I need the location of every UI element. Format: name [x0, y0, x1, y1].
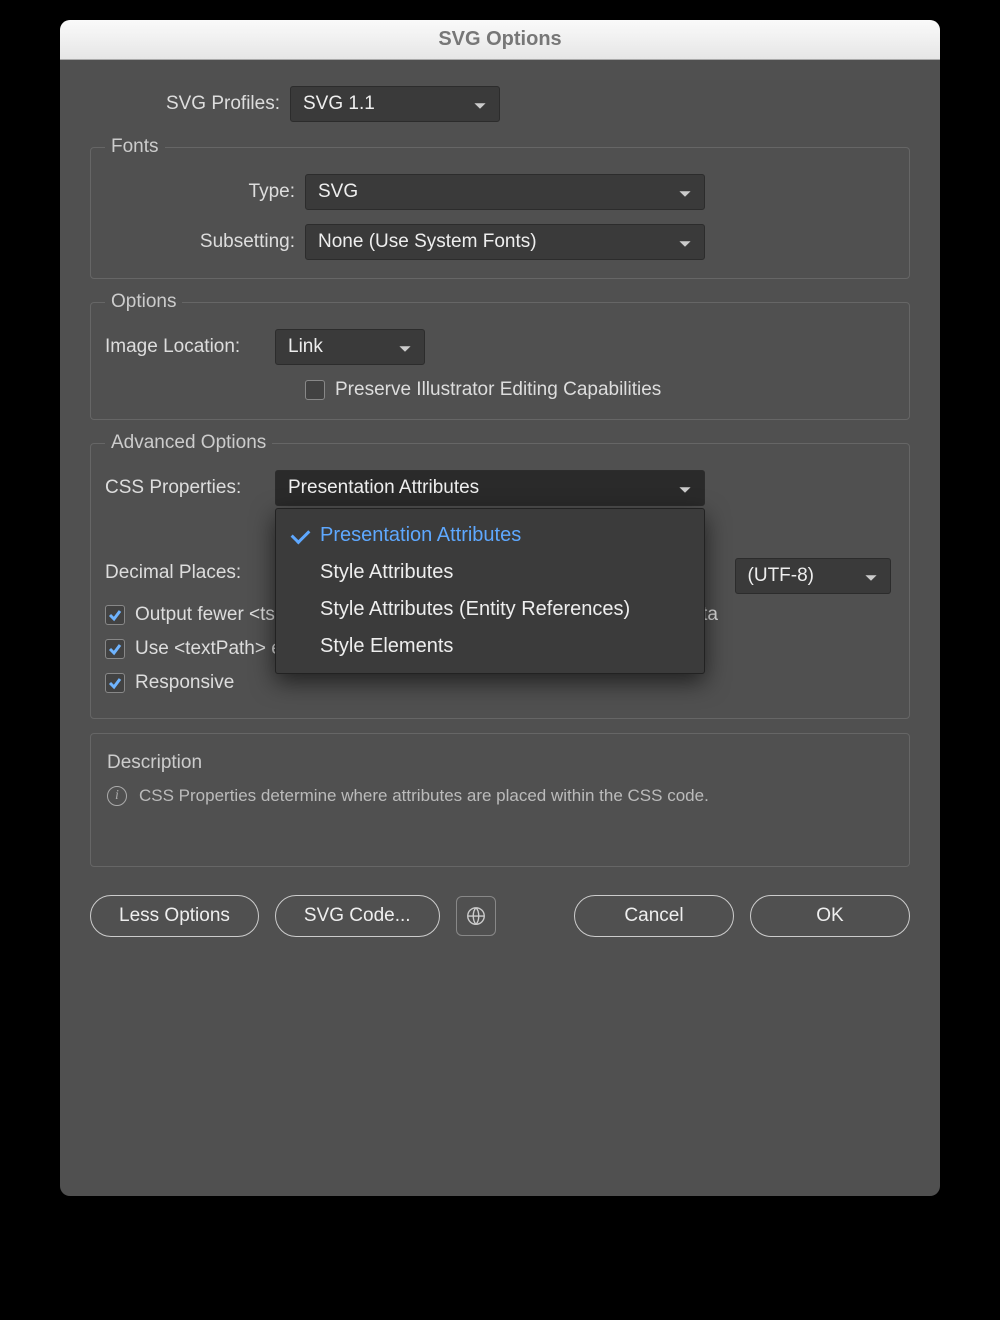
encoding-dropdown[interactable]: (UTF-8) — [735, 558, 891, 594]
css-option-style-attributes-entity[interactable]: Style Attributes (Entity References) — [276, 591, 704, 628]
font-subsetting-label: Subsetting: — [105, 231, 305, 253]
advanced-options-group: Advanced Options CSS Properties: Present… — [90, 432, 910, 719]
use-textpath-checkbox[interactable] — [105, 639, 125, 659]
chevron-down-icon — [678, 481, 692, 495]
css-properties-popup: Presentation Attributes Style Attributes… — [275, 508, 705, 674]
image-location-value: Link — [288, 336, 323, 358]
css-option-style-attributes[interactable]: Style Attributes — [276, 554, 704, 591]
css-properties-value: Presentation Attributes — [288, 477, 479, 499]
svg-profiles-label: SVG Profiles: — [90, 93, 290, 115]
dialog-title: SVG Options — [60, 20, 940, 60]
font-type-dropdown[interactable]: SVG — [305, 174, 705, 210]
css-option-presentation-attributes[interactable]: Presentation Attributes — [276, 517, 704, 554]
svg-profiles-dropdown[interactable]: SVG 1.1 — [290, 86, 500, 122]
svg-options-dialog: SVG Options SVG Profiles: SVG 1.1 Fonts … — [60, 20, 940, 1196]
responsive-checkbox[interactable] — [105, 673, 125, 693]
preserve-editing-label: Preserve Illustrator Editing Capabilitie… — [335, 379, 661, 401]
cancel-button[interactable]: Cancel — [574, 895, 734, 937]
image-location-label: Image Location: — [105, 336, 275, 358]
output-fewer-tspan-checkbox[interactable] — [105, 605, 125, 625]
image-location-dropdown[interactable]: Link — [275, 329, 425, 365]
font-subsetting-value: None (Use System Fonts) — [318, 231, 537, 253]
css-option-style-elements[interactable]: Style Elements — [276, 628, 704, 665]
options-legend: Options — [105, 291, 182, 313]
responsive-label: Responsive — [135, 672, 234, 694]
description-text: CSS Properties determine where attribute… — [139, 786, 709, 806]
fonts-group: Fonts Type: SVG Subsetting: None (Use Sy… — [90, 136, 910, 279]
decimal-places-label: Decimal Places: — [105, 562, 275, 584]
chevron-down-icon — [678, 185, 692, 199]
chevron-down-icon — [678, 235, 692, 249]
description-title: Description — [107, 752, 893, 774]
preview-globe-button[interactable] — [456, 896, 496, 936]
svg-profiles-value: SVG 1.1 — [303, 93, 375, 115]
chevron-down-icon — [864, 569, 878, 583]
options-group: Options Image Location: Link Preserve Il… — [90, 291, 910, 420]
font-type-value: SVG — [318, 181, 358, 203]
font-type-label: Type: — [105, 181, 305, 203]
ok-button[interactable]: OK — [750, 895, 910, 937]
preserve-editing-checkbox[interactable] — [305, 380, 325, 400]
encoding-value: (UTF-8) — [748, 565, 814, 587]
fonts-legend: Fonts — [105, 136, 165, 158]
font-subsetting-dropdown[interactable]: None (Use System Fonts) — [305, 224, 705, 260]
info-icon: i — [107, 786, 127, 806]
chevron-down-icon — [473, 97, 487, 111]
css-properties-label: CSS Properties: — [105, 477, 275, 499]
advanced-legend: Advanced Options — [105, 432, 272, 454]
css-properties-dropdown[interactable]: Presentation Attributes — [275, 470, 705, 506]
less-options-button[interactable]: Less Options — [90, 895, 259, 937]
globe-icon — [465, 905, 487, 927]
chevron-down-icon — [398, 340, 412, 354]
description-box: Description i CSS Properties determine w… — [90, 733, 910, 867]
svg-code-button[interactable]: SVG Code... — [275, 895, 440, 937]
